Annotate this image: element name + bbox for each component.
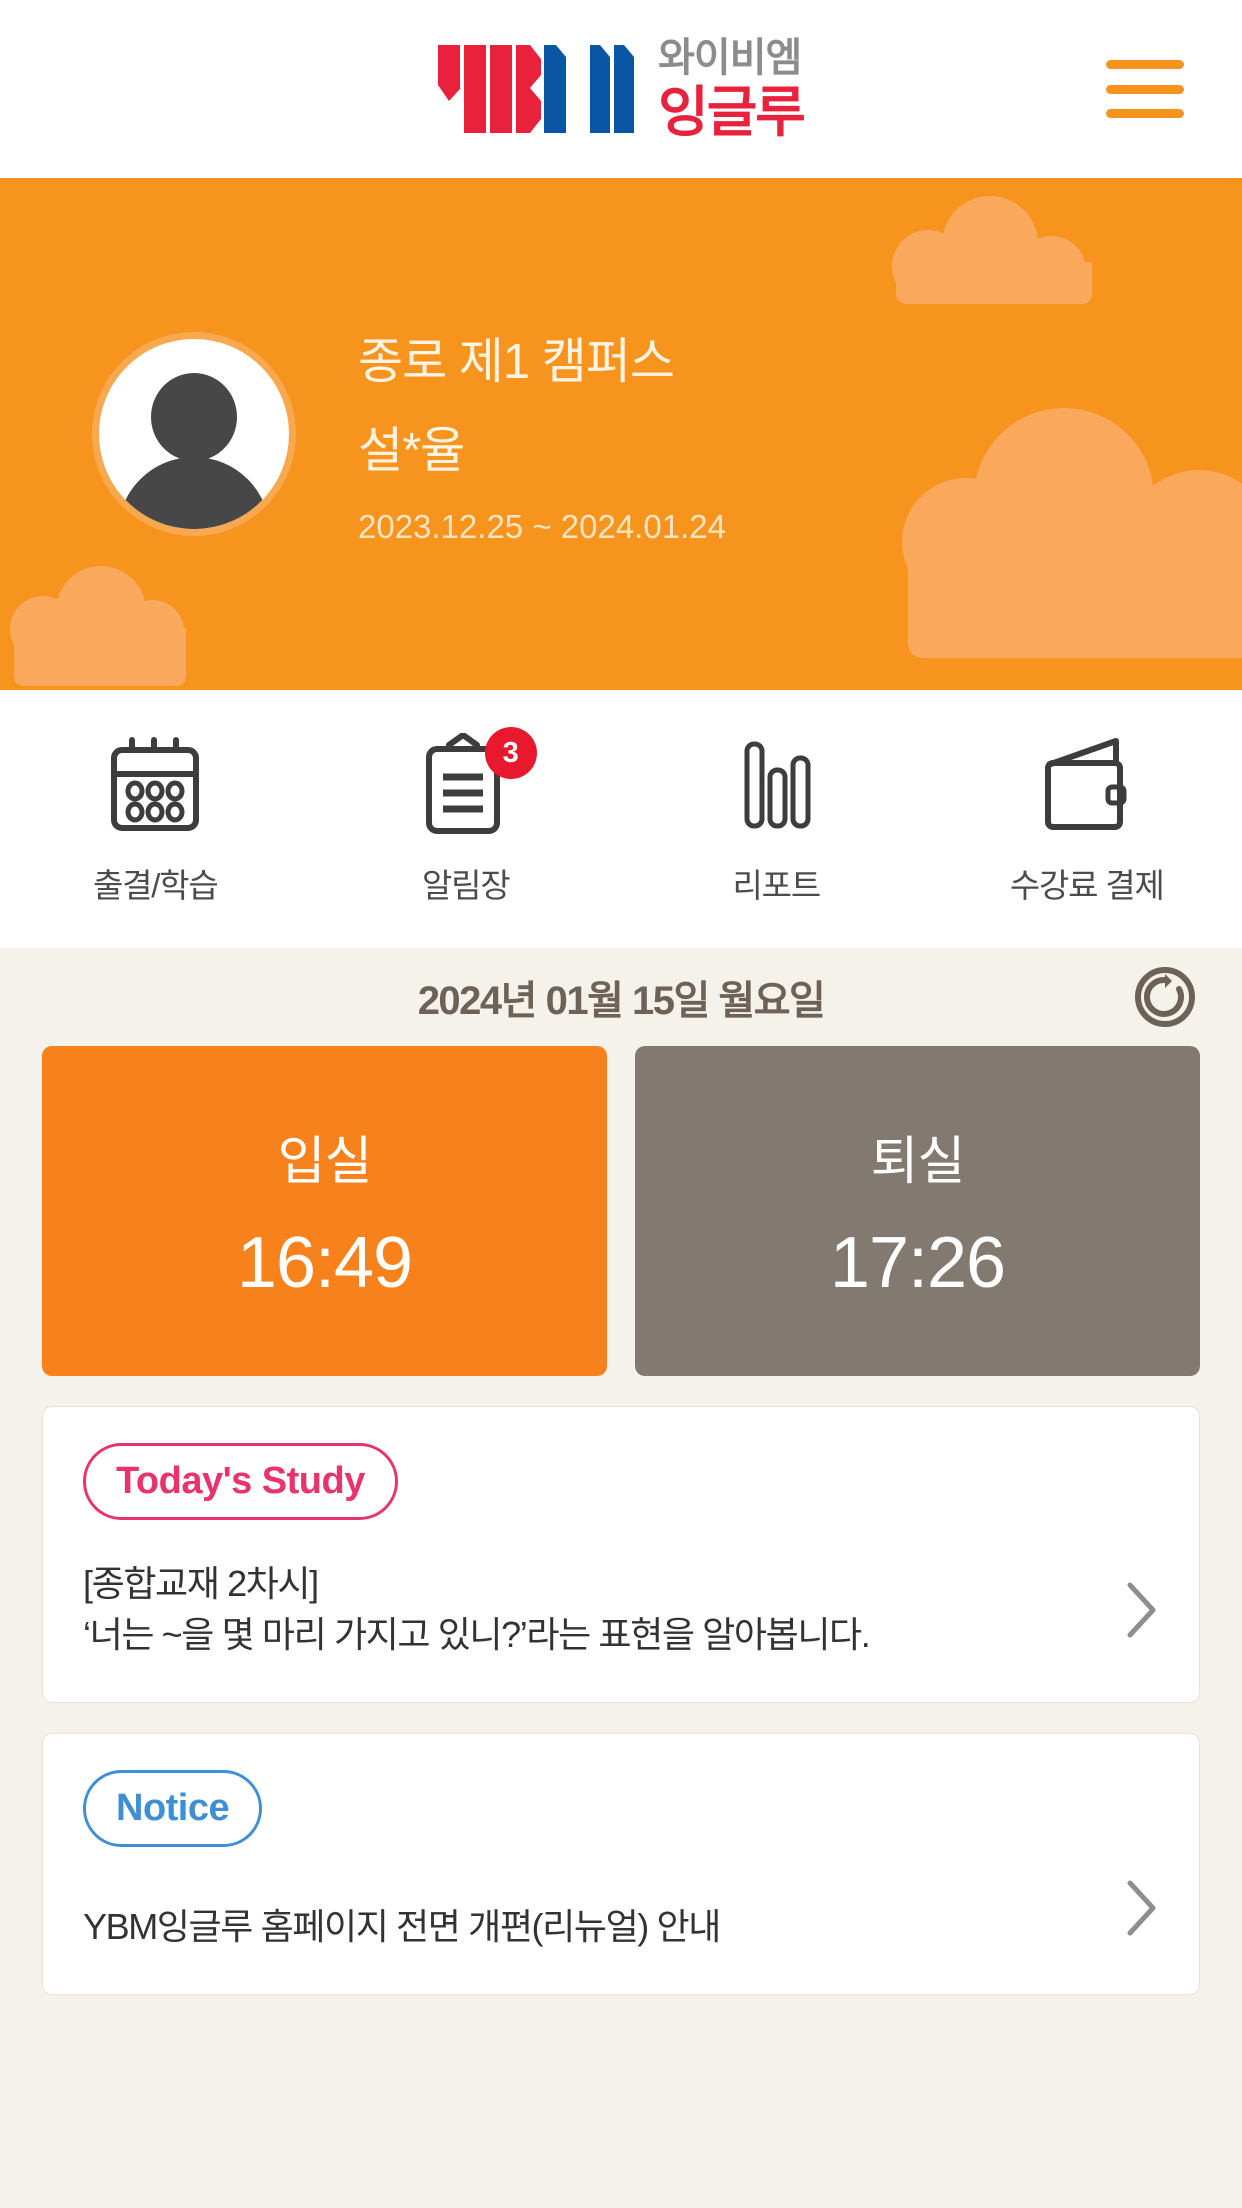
nav-item-payment[interactable]: 수강료 결제: [932, 731, 1242, 907]
todays-study-content: [종합교재 2차시] ‘너는 ~을 몇 마리 가지고 있니?’라는 표현을 알아…: [83, 1558, 1159, 1660]
enrollment-period: 2023.12.25 ~ 2024.01.24: [358, 508, 726, 545]
app-screen: 와이비엠 잉글루 종로 제1 캠퍼스 설*율 2023.12.25 ~ 2024…: [0, 0, 1242, 2208]
date-header: 2024년 01월 15일 월요일: [42, 948, 1200, 1046]
hamburger-bar-1: [1106, 60, 1184, 69]
cloud-decoration-bottom-left: [10, 566, 200, 686]
chevron-right-icon[interactable]: [1125, 1580, 1159, 1640]
nav-icon-wrap-report: [733, 731, 819, 839]
nav-item-attendance[interactable]: 출결/학습: [0, 731, 311, 907]
nav-item-report[interactable]: 리포트: [621, 731, 932, 907]
nav-label-report: 리포트: [732, 867, 822, 904]
refresh-icon[interactable]: [1134, 966, 1196, 1028]
campus-name: 종로 제1 캠퍼스: [358, 335, 675, 389]
notice-card[interactable]: Notice YBM잉글루 홈페이지 전면 개편(리뉴얼) 안내: [42, 1733, 1200, 1996]
app-header: 와이비엠 잉글루: [0, 0, 1242, 178]
current-date-text: 2024년 01월 15일 월요일: [417, 979, 826, 1023]
check-out-card[interactable]: 퇴실 17:26: [635, 1046, 1200, 1376]
nav-label-payment: 수강료 결제: [1009, 867, 1165, 904]
app-logo[interactable]: 와이비엠 잉글루: [438, 36, 806, 143]
cloud-decoration-bottom-right: [902, 408, 1242, 658]
hamburger-menu-icon[interactable]: [1106, 60, 1184, 118]
profile-info: 종로 제1 캠퍼스 설*율 2023.12.25 ~ 2024.01.24: [358, 322, 726, 546]
todays-study-pill: Today's Study: [83, 1443, 398, 1520]
check-in-card[interactable]: 입실 16:49: [42, 1046, 607, 1376]
check-in-label: 입실: [277, 1132, 373, 1191]
nav-icon-wrap-attendance: [108, 731, 202, 839]
hamburger-bar-3: [1106, 109, 1184, 118]
hamburger-bar-2: [1106, 84, 1184, 94]
nav-icon-wrap-payment: [1038, 731, 1136, 839]
nav-item-notice-board[interactable]: 3 알림장: [311, 727, 622, 907]
logo-text-korean-ybm: 와이비엠: [658, 36, 802, 80]
quick-menu-nav: 출결/학습 3 알림장 리포트 수강료 결제: [0, 690, 1242, 948]
avatar-body-shape: [118, 457, 270, 529]
notification-badge: 3: [484, 727, 537, 779]
avatar-head-shape: [151, 373, 237, 461]
todays-study-line-1: [종합교재 2차시]: [83, 1563, 319, 1604]
ybm-logo-bars-icon: [590, 45, 635, 133]
profile-banner: 종로 제1 캠퍼스 설*율 2023.12.25 ~ 2024.01.24: [0, 178, 1242, 690]
check-out-label: 퇴실: [870, 1132, 966, 1191]
cloud-decoration-top-right: [892, 196, 1112, 306]
todays-study-line-2: ‘너는 ~을 몇 마리 가지고 있니?’라는 표현을 알아봅니다.: [83, 1614, 871, 1656]
avatar: [92, 332, 296, 536]
todays-study-card[interactable]: Today's Study [종합교재 2차시] ‘너는 ~을 몇 마리 가지고…: [42, 1406, 1200, 1704]
logo-wordmark: 와이비엠 잉글루: [658, 36, 806, 143]
wallet-icon: [1044, 738, 1127, 830]
notice-content: YBM잉글루 홈페이지 전면 개편(리뉴얼) 안내: [83, 1901, 1159, 1952]
chevron-right-icon[interactable]: [1125, 1878, 1159, 1938]
logo-text-englu: 잉글루: [658, 81, 806, 143]
nav-icon-wrap-notice-board: 3: [419, 727, 537, 839]
main-content: 2024년 01월 15일 월요일 입실 16:49 퇴실 17:26 Toda…: [0, 948, 1242, 1996]
notice-pill: Notice: [83, 1770, 263, 1848]
notice-title: YBM잉글루 홈페이지 전면 개편(리뉴얼) 안내: [83, 1906, 721, 1948]
check-out-time: 17:26: [829, 1222, 1006, 1303]
bar-chart-icon: [744, 741, 811, 829]
check-in-time: 16:49: [236, 1222, 413, 1303]
attendance-cards: 입실 16:49 퇴실 17:26: [42, 1046, 1200, 1376]
calendar-icon: [111, 737, 200, 831]
ybm-logo-mark-icon: [438, 45, 567, 133]
student-name: 설*율: [358, 424, 465, 478]
nav-label-notice-board: 알림장: [422, 867, 511, 904]
nav-label-attendance: 출결/학습: [92, 867, 219, 904]
